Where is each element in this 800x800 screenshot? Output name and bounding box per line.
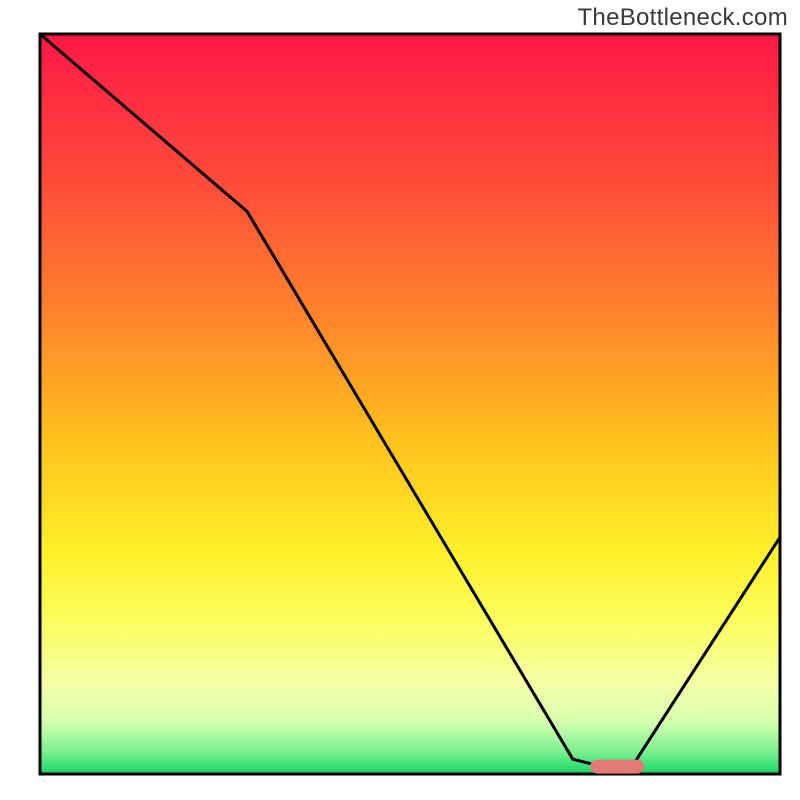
gradient-background (40, 34, 780, 774)
optimal-marker (590, 760, 644, 774)
bottleneck-chart (0, 0, 800, 800)
chart-container: TheBottleneck.com (0, 0, 800, 800)
watermark-text: TheBottleneck.com (577, 4, 788, 32)
